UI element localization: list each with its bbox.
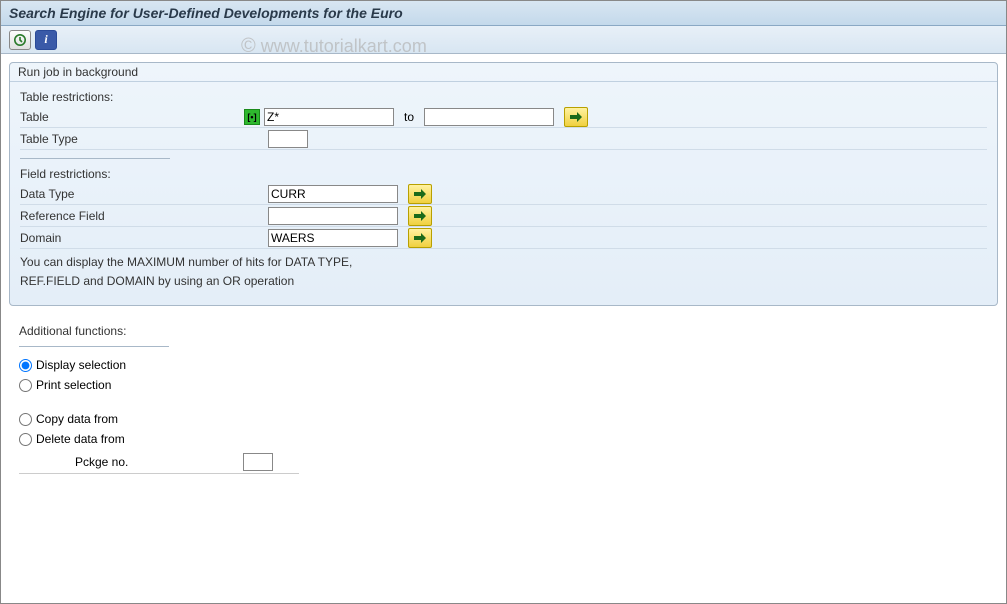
package-row: Pckge no.	[19, 451, 299, 474]
table-from-input[interactable]	[264, 108, 394, 126]
reference-field-input[interactable]	[268, 207, 398, 225]
field-restrictions-heading: Field restrictions:	[20, 167, 987, 181]
table-restrictions-heading: Table restrictions:	[20, 90, 987, 104]
display-selection-row[interactable]: Display selection	[19, 355, 988, 375]
delete-data-label: Delete data from	[36, 432, 125, 446]
delete-data-radio[interactable]	[19, 433, 32, 446]
reference-field-row: Reference Field	[20, 205, 987, 227]
table-type-label: Table Type	[20, 132, 240, 146]
select-options-icon[interactable]: [•]	[244, 109, 260, 125]
print-selection-radio[interactable]	[19, 379, 32, 392]
toolbar: i	[1, 26, 1006, 54]
multi-select-button-reffield[interactable]	[408, 206, 432, 226]
to-label: to	[404, 110, 414, 124]
additional-functions-heading: Additional functions:	[19, 324, 988, 338]
display-selection-label: Display selection	[36, 358, 126, 372]
multi-select-button-domain[interactable]	[408, 228, 432, 248]
package-input[interactable]	[243, 453, 273, 471]
execute-button[interactable]	[9, 30, 31, 50]
copy-data-row[interactable]: Copy data from	[19, 409, 988, 429]
info-button[interactable]: i	[35, 30, 57, 50]
hint-text: You can display the MAXIMUM number of hi…	[20, 249, 987, 295]
reference-field-label: Reference Field	[20, 209, 240, 223]
domain-label: Domain	[20, 231, 240, 245]
domain-input[interactable]	[268, 229, 398, 247]
table-label: Table	[20, 110, 240, 124]
table-to-input[interactable]	[424, 108, 554, 126]
multi-select-button-datatype[interactable]	[408, 184, 432, 204]
package-label: Pckge no.	[75, 455, 235, 469]
data-type-input[interactable]	[268, 185, 398, 203]
copy-data-radio[interactable]	[19, 413, 32, 426]
background-job-group: Run job in background Table restrictions…	[9, 62, 998, 306]
domain-row: Domain	[20, 227, 987, 249]
group-title: Run job in background	[10, 63, 997, 82]
divider	[20, 158, 170, 159]
table-type-input[interactable]	[268, 130, 308, 148]
window-title: Search Engine for User-Defined Developme…	[1, 1, 1006, 26]
delete-data-row[interactable]: Delete data from	[19, 429, 988, 449]
divider-2	[19, 346, 169, 347]
data-type-row: Data Type	[20, 183, 987, 205]
data-type-label: Data Type	[20, 187, 240, 201]
multi-select-button-table[interactable]	[564, 107, 588, 127]
print-selection-row[interactable]: Print selection	[19, 375, 988, 395]
display-selection-radio[interactable]	[19, 359, 32, 372]
table-type-row: Table Type	[20, 128, 987, 150]
copy-data-label: Copy data from	[36, 412, 118, 426]
table-row: Table [•] to	[20, 106, 987, 128]
print-selection-label: Print selection	[36, 378, 111, 392]
